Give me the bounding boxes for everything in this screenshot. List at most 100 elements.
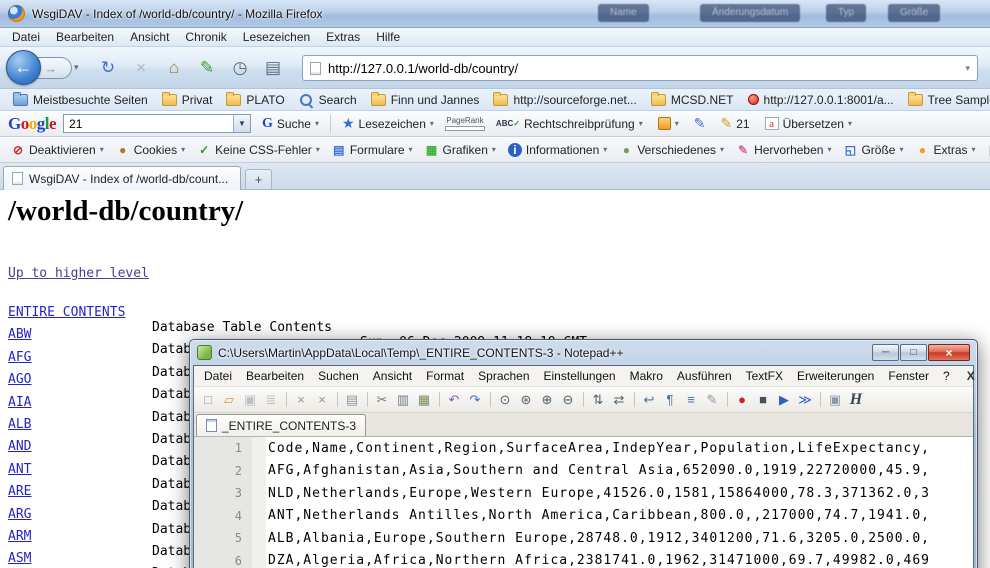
replace-button[interactable]: ⊛ [516, 390, 536, 410]
bookmark-plato[interactable]: PLATO [219, 93, 291, 107]
zoom-out-button[interactable]: ⊖ [558, 390, 578, 410]
notepad-menu-item[interactable]: Einstellungen [537, 367, 623, 385]
minimize-button[interactable]: ─ [872, 344, 899, 361]
home-button[interactable]: ⌂ [162, 55, 186, 81]
chevron-down-icon[interactable]: ▾ [492, 145, 496, 154]
combo-dropdown-icon[interactable]: ▼ [233, 115, 250, 132]
autofill-button[interactable]: ▾ [654, 115, 683, 132]
chevron-down-icon[interactable]: ▾ [316, 145, 320, 154]
menu-item[interactable]: Hilfe [368, 29, 408, 45]
firefox-titlebar[interactable]: WsgiDAV - Index of /world-db/country/ - … [0, 0, 990, 28]
bookmark-privat[interactable]: Privat [155, 93, 220, 107]
notepad-menu-item[interactable]: Ausführen [670, 367, 739, 385]
notepad-menu-item[interactable]: Fenster [881, 367, 936, 385]
new-tab-button[interactable]: + [245, 169, 272, 190]
notepad-menu-item[interactable]: Bearbeiten [239, 367, 311, 385]
chevron-down-icon[interactable]: ▾ [720, 145, 724, 154]
webdev-view-source[interactable]: ▤Quelltext▾ [983, 141, 990, 159]
bookmark-sourceforge[interactable]: http://sourceforge.net... [486, 93, 643, 107]
show-all-chars-button[interactable]: ¶ [660, 390, 680, 410]
back-button[interactable]: ← [6, 50, 41, 85]
menu-item[interactable]: Datei [4, 29, 48, 45]
webdev-outline[interactable]: ✎Hervorheben▾ [731, 141, 836, 159]
browser-tab[interactable]: WsgiDAV - Index of /world-db/count... [3, 166, 241, 190]
chevron-down-icon[interactable]: ▾ [972, 145, 976, 154]
bookmark-most-visited[interactable]: Meistbesuchte Seiten [6, 93, 155, 107]
chevron-down-icon[interactable]: ▾ [409, 145, 413, 154]
close-all-button[interactable]: × [312, 390, 332, 410]
google-search-input[interactable]: 21▼ [63, 114, 251, 133]
open-file-button[interactable]: ▱ [219, 390, 239, 410]
bookmark-tree-samples[interactable]: Tree Samples [901, 93, 990, 107]
save-button[interactable]: ▣ [240, 390, 260, 410]
word-wrap-button[interactable]: ↩ [639, 390, 659, 410]
find-button[interactable]: ⊙ [495, 390, 515, 410]
notepad-menu-item[interactable]: Ansicht [366, 367, 419, 385]
google-search-button[interactable]: GSuche▾ [258, 114, 323, 134]
webdev-disable[interactable]: ⊘Deaktivieren▾ [6, 141, 109, 159]
document-tab[interactable]: _ENTIRE_CONTENTS-3 [196, 414, 366, 436]
notepad-menu-item[interactable]: TextFX [739, 367, 790, 385]
up-to-higher-level-link[interactable]: Up to higher level [8, 266, 149, 281]
user-define-button[interactable]: ✎ [702, 390, 722, 410]
history-dropdown[interactable]: ▾ [74, 62, 79, 73]
bookmark-search[interactable]: Search [292, 93, 364, 107]
reload-button[interactable]: ↻ [96, 55, 120, 81]
chevron-down-icon[interactable]: ▾ [848, 119, 852, 128]
chevron-down-icon[interactable]: ▾ [181, 145, 185, 154]
entry-link[interactable]: ASM [8, 551, 31, 566]
url-bar[interactable]: http://127.0.0.1/world-db/country/ ▾ [302, 55, 978, 81]
chevron-down-icon[interactable]: ▾ [639, 119, 643, 128]
webdev-forms[interactable]: ▤Formulare▾ [327, 141, 418, 159]
bookmark-mcsd[interactable]: MCSD.NET [644, 93, 741, 107]
chevron-down-icon[interactable]: ▾ [603, 145, 607, 154]
document-close-icon[interactable]: X [957, 369, 985, 383]
chevron-down-icon[interactable]: ▾ [100, 145, 104, 154]
webdev-miscellaneous[interactable]: ●Verschiedenes▾ [614, 141, 729, 159]
notepad-menu-item[interactable]: Datei [197, 367, 239, 385]
history-clock-button[interactable]: ◷ [228, 55, 252, 81]
webdev-information[interactable]: iInformationen▾ [503, 141, 612, 159]
cut-button[interactable]: ✂ [372, 390, 392, 410]
menu-item[interactable]: Ansicht [122, 29, 177, 45]
webdev-images[interactable]: ▦Grafiken▾ [420, 141, 501, 159]
notepad-menu-item[interactable]: ? [936, 367, 957, 385]
chevron-down-icon[interactable]: ▾ [899, 145, 903, 154]
paste-button[interactable]: ▦ [414, 390, 434, 410]
zoom-in-button[interactable]: ⊕ [537, 390, 557, 410]
copy-button[interactable]: ▥ [393, 390, 413, 410]
menu-item[interactable]: Bearbeiten [48, 29, 122, 45]
notepad-menu-item[interactable]: Suchen [311, 367, 366, 385]
notepad-menu-item[interactable]: Erweiterungen [790, 367, 881, 385]
print-button[interactable]: ▤ [342, 390, 362, 410]
record-macro-button[interactable]: ● [732, 390, 752, 410]
undo-button[interactable]: ↶ [444, 390, 464, 410]
spellcheck-button[interactable]: ABC✓Rechtschreibprüfung▾ [492, 115, 647, 133]
textfx-button[interactable]: H [846, 390, 866, 410]
pencil-button[interactable]: ✎ [690, 113, 710, 134]
google-bookmarks-button[interactable]: ★Lesezeichen▾ [338, 113, 438, 134]
new-file-button[interactable]: □ [198, 390, 218, 410]
webdev-cookies[interactable]: ●Cookies▾ [111, 141, 190, 159]
run-multiple-button[interactable]: ≫ [795, 390, 815, 410]
url-dropdown-icon[interactable]: ▾ [965, 63, 970, 74]
stop-macro-button[interactable]: ■ [753, 390, 773, 410]
quill-button[interactable]: ✎ [195, 55, 219, 81]
close-file-button[interactable]: × [291, 390, 311, 410]
maximize-button[interactable]: □ [900, 344, 927, 361]
highlight-button[interactable]: ✎21 [716, 113, 753, 134]
notepad-window[interactable]: C:\Users\Martin\AppData\Local\Temp\_ENTI… [189, 339, 978, 568]
notepad-titlebar[interactable]: C:\Users\Martin\AppData\Local\Temp\_ENTI… [193, 340, 974, 365]
menu-item[interactable]: Chronik [177, 29, 234, 45]
chevron-down-icon[interactable]: ▾ [430, 119, 434, 128]
webdev-tools[interactable]: ●Extras▾ [910, 141, 980, 159]
translate-button[interactable]: aÜbersetzen▾ [761, 115, 856, 133]
notepad-menu-item[interactable]: Makro [623, 367, 670, 385]
chevron-down-icon[interactable]: ▾ [675, 119, 679, 128]
sync-horizontal-button[interactable]: ⇄ [609, 390, 629, 410]
sync-vertical-button[interactable]: ⇅ [588, 390, 608, 410]
menu-item[interactable]: Lesezeichen [235, 29, 318, 45]
bookmark-localhost-8001[interactable]: http://127.0.0.1:8001/a... [741, 93, 901, 107]
chevron-down-icon[interactable]: ▾ [315, 119, 319, 128]
notepad-menu-item[interactable]: Format [419, 367, 471, 385]
